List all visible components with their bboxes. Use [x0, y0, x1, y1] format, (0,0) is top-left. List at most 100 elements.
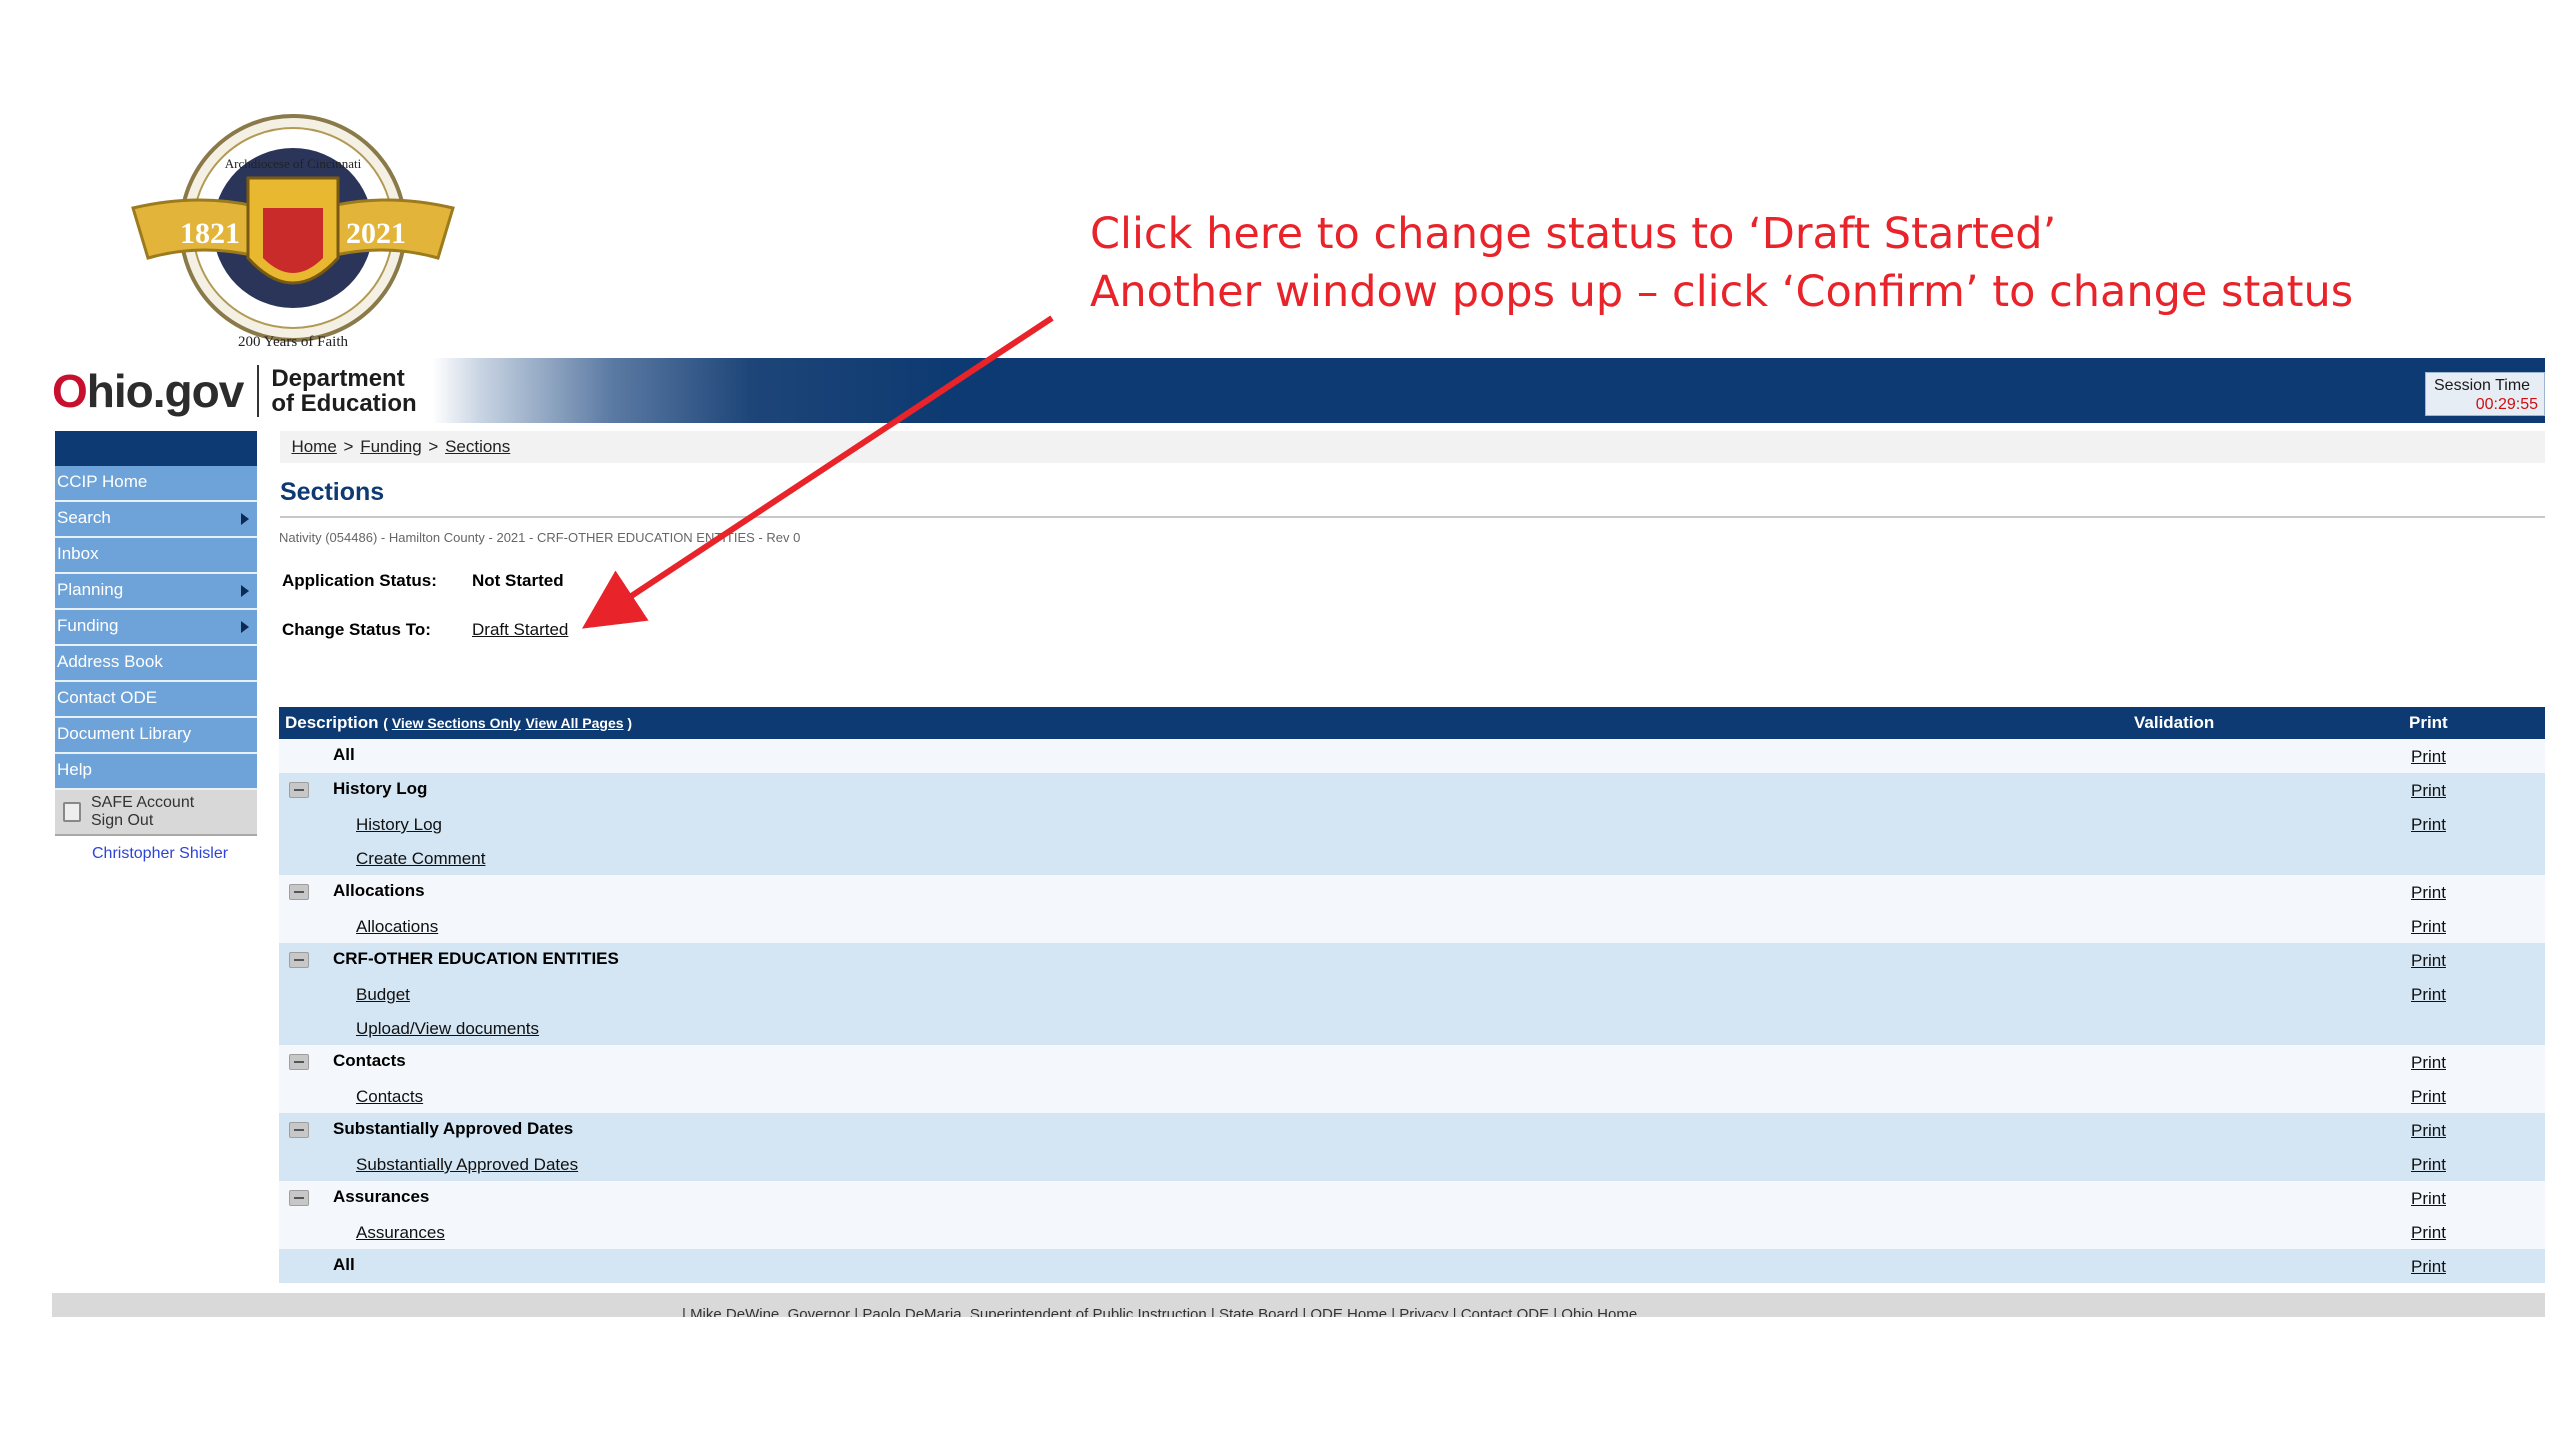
section-group-row: CRF-OTHER EDUCATION ENTITIES Print — [279, 943, 2545, 977]
section-item-link[interactable]: Allocations — [356, 917, 438, 937]
nav-item-search[interactable]: Search — [55, 502, 257, 538]
seal-year-right: 2021 — [346, 217, 406, 250]
safe-account-sign-out[interactable]: SAFE Account Sign Out — [55, 790, 257, 836]
section-item-row: History Log Print — [279, 807, 2545, 841]
print-link[interactable]: Print — [2411, 747, 2446, 767]
section-item-link[interactable]: Budget — [356, 985, 410, 1005]
table-row-all: All Print — [279, 1249, 2545, 1283]
nav-item-ccip-home[interactable]: CCIP Home — [55, 466, 257, 502]
section-item-link[interactable]: Assurances — [356, 1223, 445, 1243]
table-header: Description ( View Sections Only View Al… — [279, 707, 2545, 739]
seal-bottom-text: 200 Years of Faith — [238, 334, 349, 350]
print-link[interactable]: Print — [2411, 815, 2446, 835]
section-group-row: History Log Print — [279, 773, 2545, 807]
print-link[interactable]: Print — [2411, 1257, 2446, 1277]
column-validation: Validation — [2134, 713, 2215, 732]
page-title: Sections — [280, 478, 385, 506]
column-description: Description — [285, 713, 379, 732]
lock-icon — [63, 802, 81, 822]
all-label: All — [333, 1255, 355, 1274]
nav-item-planning[interactable]: Planning — [55, 574, 257, 610]
print-link[interactable]: Print — [2411, 883, 2446, 903]
section-group-title: Substantially Approved Dates — [333, 1119, 574, 1138]
breadcrumb-sections[interactable]: Sections — [443, 437, 512, 456]
logo-o-letter: O — [52, 365, 88, 417]
change-status-label: Change Status To: — [282, 620, 431, 639]
section-item-link[interactable]: Create Comment — [356, 849, 485, 869]
nav-item-inbox[interactable]: Inbox — [55, 538, 257, 574]
ohio-gov-logo[interactable]: Ohio.gov Department of Education — [52, 362, 417, 420]
print-link[interactable]: Print — [2411, 781, 2446, 801]
nav-top-bar — [55, 431, 257, 466]
section-group-title: Contacts — [333, 1051, 406, 1070]
session-timer: Session Time 00:29:55 — [2425, 372, 2545, 416]
all-label: All — [333, 745, 355, 764]
department-of-education-logo: Department of Education — [271, 366, 416, 416]
nav-item-contact-ode[interactable]: Contact ODE — [55, 682, 257, 718]
section-item-row: Upload/View documents — [279, 1011, 2545, 1045]
left-navigation: CCIP Home Search Inbox Planning Funding Addre… — [55, 431, 257, 836]
section-group-row: Assurances Print — [279, 1181, 2545, 1215]
section-item-link[interactable]: Contacts — [356, 1087, 423, 1107]
breadcrumb-home[interactable]: Home — [289, 437, 338, 456]
dept-line-2: of Education — [271, 390, 417, 417]
nav-item-funding[interactable]: Funding — [55, 610, 257, 646]
section-group-row: Allocations Print — [279, 875, 2545, 909]
application-status-value: Not Started — [472, 571, 564, 590]
nav-item-label: Search — [57, 508, 111, 527]
collapse-toggle-icon[interactable] — [289, 952, 309, 968]
section-group-title: CRF-OTHER EDUCATION ENTITIES — [333, 949, 619, 968]
print-link[interactable]: Print — [2411, 917, 2446, 937]
breadcrumb-funding[interactable]: Funding — [358, 437, 423, 456]
nav-item-label: Inbox — [57, 544, 99, 563]
view-all-pages-link[interactable]: View All Pages — [525, 715, 623, 731]
collapse-toggle-icon[interactable] — [289, 884, 309, 900]
nav-item-label: CCIP Home — [57, 472, 148, 491]
section-item-link[interactable]: Upload/View documents — [356, 1019, 539, 1039]
column-print: Print — [2409, 713, 2448, 732]
section-group-row: Substantially Approved Dates Print — [279, 1113, 2545, 1147]
nav-item-help[interactable]: Help — [55, 754, 257, 790]
nav-item-label: Contact ODE — [57, 688, 158, 707]
section-item-link[interactable]: Substantially Approved Dates — [356, 1155, 578, 1175]
collapse-toggle-icon[interactable] — [289, 1122, 309, 1138]
section-item-row: Create Comment — [279, 841, 2545, 875]
seal-circle-text: Archdiocese of Cincinnati — [225, 156, 362, 171]
print-link[interactable]: Print — [2411, 985, 2446, 1005]
footer-links[interactable]: | Mike DeWine, Governor | Paolo DeMaria,… — [682, 1306, 1637, 1317]
application-info: Nativity (054486) - Hamilton County - 20… — [279, 530, 801, 545]
print-link[interactable]: Print — [2411, 1087, 2446, 1107]
table-row-all: All Print — [279, 739, 2545, 773]
archdiocese-seal-logo: Archdiocese of Cincinnati 1821 2021 200 … — [131, 114, 455, 350]
view-sections-only-link[interactable]: View Sections Only — [392, 715, 521, 731]
section-item-row: Substantially Approved Dates Print — [279, 1147, 2545, 1181]
user-name-link[interactable]: Christopher Shisler — [92, 845, 228, 863]
draft-started-link[interactable]: Draft Started — [472, 620, 568, 640]
print-link[interactable]: Print — [2411, 1053, 2446, 1073]
nav-item-label: Address Book — [57, 652, 163, 671]
nav-item-address-book[interactable]: Address Book — [55, 646, 257, 682]
sign-out-label: Sign Out — [91, 812, 154, 829]
submenu-arrow-icon — [241, 513, 249, 525]
section-group-title: Assurances — [333, 1187, 430, 1206]
submenu-arrow-icon — [241, 585, 249, 597]
section-item-row: Allocations Print — [279, 909, 2545, 943]
nav-item-document-library[interactable]: Document Library — [55, 718, 257, 754]
print-link[interactable]: Print — [2411, 1189, 2446, 1209]
section-item-link[interactable]: History Log — [356, 815, 442, 835]
section-group-row: Contacts Print — [279, 1045, 2545, 1079]
nav-item-label: Funding — [57, 616, 119, 635]
annotation-line-1: Click here to change status to ‘Draft St… — [1090, 209, 2057, 259]
print-link[interactable]: Print — [2411, 1121, 2446, 1141]
print-link[interactable]: Print — [2411, 1223, 2446, 1243]
print-link[interactable]: Print — [2411, 1155, 2446, 1175]
collapse-toggle-icon[interactable] — [289, 1054, 309, 1070]
sections-table: Description ( View Sections Only View Al… — [279, 707, 2545, 1283]
print-link[interactable]: Print — [2411, 951, 2446, 971]
safe-account-label: SAFE Account — [91, 794, 195, 811]
collapse-toggle-icon[interactable] — [289, 782, 309, 798]
instruction-annotation: Click here to change status to ‘Draft St… — [1090, 205, 2353, 321]
collapse-toggle-icon[interactable] — [289, 1190, 309, 1206]
session-timer-value: 00:29:55 — [2475, 396, 2538, 413]
site-header-band — [52, 358, 2545, 423]
